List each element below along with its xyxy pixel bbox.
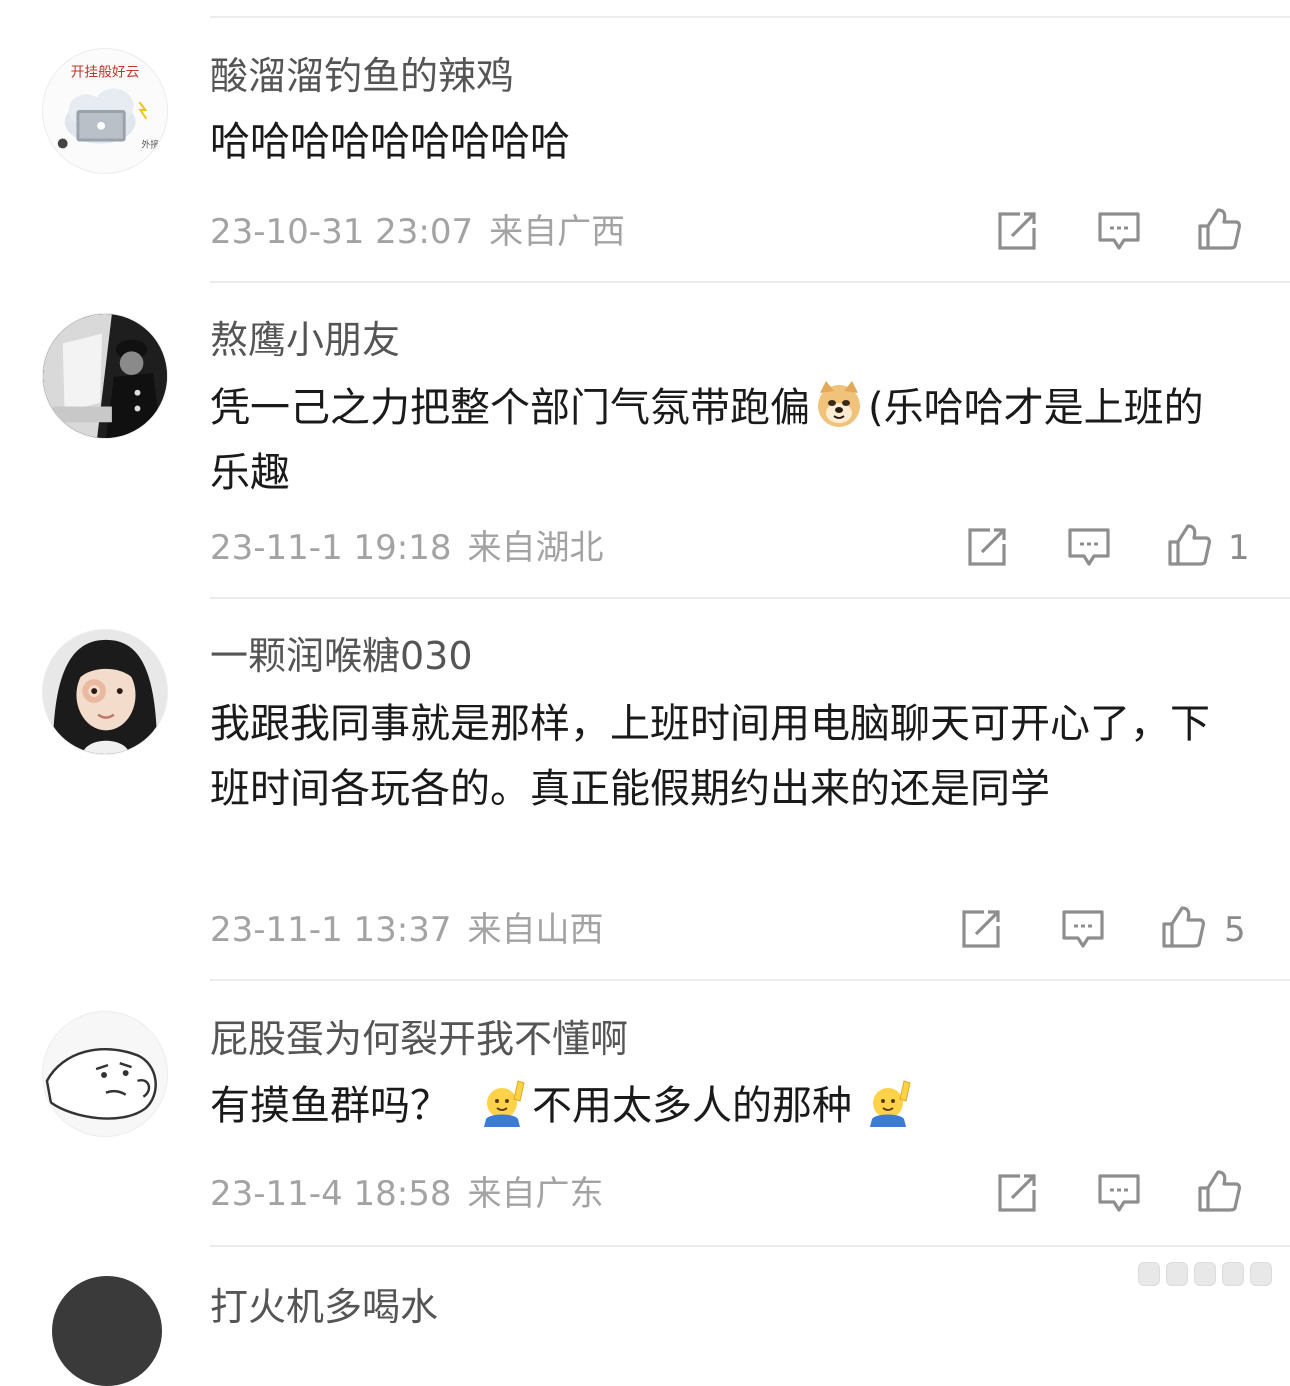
- like-count: 1: [1228, 528, 1250, 568]
- location: 来自湖北: [467, 528, 604, 568]
- scroll-segment: [1166, 1262, 1188, 1286]
- comment-text-part: 不用太多人的那种: [532, 1083, 852, 1129]
- divider: [210, 1245, 1290, 1247]
- avatar[interactable]: [52, 1276, 162, 1386]
- comment-icon[interactable]: [1066, 524, 1112, 570]
- comment-meta: 23-11-1 19:18 来自湖北: [210, 526, 604, 570]
- scroll-indicator: [1138, 1262, 1278, 1286]
- location: 来自广西: [489, 212, 626, 252]
- share-icon[interactable]: [994, 208, 1040, 254]
- like-count: 5: [1224, 910, 1246, 950]
- divider: [210, 16, 1290, 18]
- username[interactable]: 打火机多喝水: [210, 1276, 438, 1331]
- comment-text-part: 有摸鱼群吗？: [210, 1083, 450, 1129]
- share-icon[interactable]: [964, 524, 1010, 570]
- timestamp: 23-11-1 19:18: [210, 528, 452, 568]
- timestamp: 23-11-1 13:37: [210, 910, 452, 950]
- thumbs-up-icon[interactable]: [1166, 522, 1212, 568]
- username[interactable]: 酸溜溜钓鱼的辣鸡: [210, 52, 514, 100]
- avatar-text: 开挂般好云: [71, 65, 140, 81]
- comment-text-part: 凭一己之力把整个部门气氛带跑偏: [210, 385, 810, 431]
- comment-icon[interactable]: [1096, 1170, 1142, 1216]
- comment-meta: 23-10-31 23:07 来自广西: [210, 210, 625, 254]
- divider: [210, 281, 1290, 283]
- scroll-segment: [1222, 1262, 1244, 1286]
- avatar[interactable]: [42, 313, 168, 439]
- timestamp: 23-10-31 23:07: [210, 212, 474, 252]
- comment-text: 我跟我同事就是那样，上班时间用电脑聊天可开心了，下班时间各玩各的。真正能假期约出…: [210, 701, 1210, 812]
- share-icon[interactable]: [958, 906, 1004, 952]
- username[interactable]: 一颗润喉糖030: [210, 632, 473, 680]
- divider: [210, 597, 1290, 599]
- thumbs-up-icon[interactable]: [1196, 1168, 1242, 1214]
- avatar[interactable]: [42, 1011, 168, 1137]
- raise-hand-emoji-icon: [478, 1077, 528, 1127]
- location: 来自广东: [467, 1174, 604, 1214]
- username[interactable]: 屁股蛋为何裂开我不懂啊: [210, 1015, 628, 1063]
- comment-meta: 23-11-4 18:58 来自广东: [210, 1172, 604, 1216]
- comment-icon[interactable]: [1060, 906, 1106, 952]
- doge-emoji-icon: [814, 379, 864, 429]
- comment-meta: 23-11-1 13:37 来自山西: [210, 908, 604, 952]
- timestamp: 23-11-4 18:58: [210, 1174, 452, 1214]
- scroll-segment: [1194, 1262, 1216, 1286]
- raise-hand-emoji-icon: [864, 1077, 914, 1127]
- thumbs-up-icon[interactable]: [1196, 206, 1242, 252]
- comment-text: 有摸鱼群吗？ 不用太多人的那种: [210, 1074, 1240, 1139]
- svg-text:外接: 外接: [141, 138, 159, 150]
- comment-text: 凭一己之力把整个部门气氛带跑偏 (乐哈哈才是上班的乐趣: [210, 376, 1240, 506]
- avatar[interactable]: [42, 629, 168, 755]
- avatar[interactable]: 开挂般好云 外接: [42, 48, 168, 174]
- username[interactable]: 熬鹰小朋友: [210, 316, 400, 364]
- scroll-segment: [1138, 1262, 1160, 1286]
- location: 来自山西: [467, 910, 604, 950]
- scroll-segment: [1250, 1262, 1272, 1286]
- comment-text: 哈哈哈哈哈哈哈哈哈: [210, 119, 570, 165]
- thumbs-up-icon[interactable]: [1160, 904, 1206, 950]
- comment-icon[interactable]: [1096, 208, 1142, 254]
- share-icon[interactable]: [994, 1170, 1040, 1216]
- divider: [210, 979, 1290, 981]
